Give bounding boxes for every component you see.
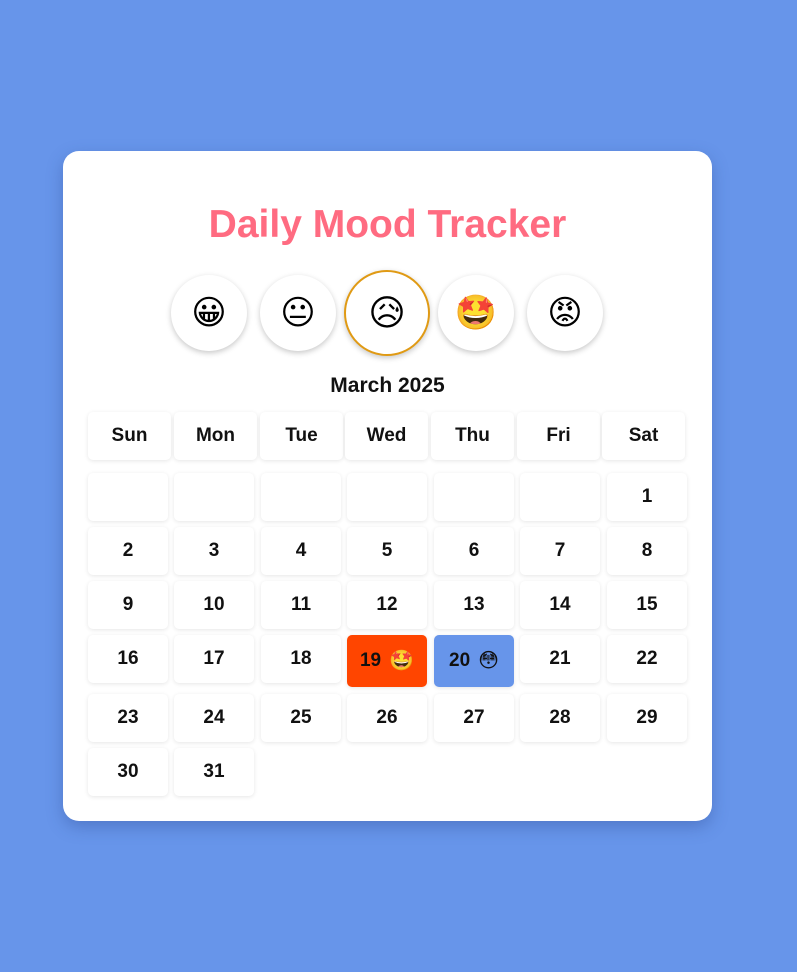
calendar-day-13[interactable]: 13 [434, 581, 514, 629]
day-number: 29 [636, 707, 658, 728]
day-number: 27 [463, 707, 485, 728]
month-title: March 2025 [330, 374, 445, 397]
day-number: 26 [376, 707, 398, 728]
sad-tear-face-icon: 😥 [368, 292, 406, 333]
calendar-day-24[interactable]: 24 [174, 694, 254, 742]
day-number: 22 [636, 648, 658, 669]
calendar-day-18[interactable]: 18 [261, 635, 341, 683]
weekday-sun: Sun [88, 412, 171, 460]
weekday-mon: Mon [174, 412, 257, 460]
mood-button-angry[interactable]: 😡 [527, 275, 603, 351]
calendar-day-22[interactable]: 22 [607, 635, 687, 683]
grinning-face-icon: 😀 [191, 294, 227, 332]
calendar-empty-cell [174, 473, 254, 521]
day-number: 15 [636, 594, 658, 615]
calendar-day-4[interactable]: 4 [261, 527, 341, 575]
calendar-day-25[interactable]: 25 [261, 694, 341, 742]
calendar-empty-cell [261, 473, 341, 521]
calendar-day-11[interactable]: 11 [261, 581, 341, 629]
calendar-day-23[interactable]: 23 [88, 694, 168, 742]
calendar-day-8[interactable]: 8 [607, 527, 687, 575]
calendar-day-1[interactable]: 1 [607, 473, 687, 521]
weekday-fri: Fri [517, 412, 600, 460]
day-number: 30 [117, 761, 139, 782]
calendar-day-3[interactable]: 3 [174, 527, 254, 575]
calendar-day-16[interactable]: 16 [88, 635, 168, 683]
day-number: 18 [290, 648, 312, 669]
mood-picker: 😀 😐 😥 🤩 😡 [63, 270, 712, 356]
calendar-day-14[interactable]: 14 [520, 581, 600, 629]
mood-button-star-struck[interactable]: 🤩 [438, 275, 514, 351]
day-number: 2 [122, 540, 134, 561]
day-number: 10 [203, 594, 225, 615]
calendar-day-21[interactable]: 21 [520, 635, 600, 683]
day-number: 9 [122, 594, 134, 615]
day-number: 17 [203, 648, 225, 669]
day-number: 8 [641, 540, 653, 561]
day-number: 19 [359, 650, 382, 671]
mood-button-sad[interactable]: 😥 [344, 270, 430, 356]
neutral-face-icon: 😐 [280, 294, 316, 332]
day-number: 23 [117, 707, 139, 728]
calendar-day-5[interactable]: 5 [347, 527, 427, 575]
star-struck-face-icon: 🤩 [389, 650, 415, 672]
calendar-day-12[interactable]: 12 [347, 581, 427, 629]
calendar-day-20[interactable]: 20 😳 [434, 635, 514, 687]
day-number: 6 [468, 540, 480, 561]
mood-button-grinning[interactable]: 😀 [171, 275, 247, 351]
day-number: 20 [449, 650, 471, 671]
star-struck-face-icon: 🤩 [454, 294, 498, 332]
calendar-empty-cell [434, 473, 514, 521]
day-number: 5 [381, 540, 393, 561]
calendar-day-31[interactable]: 31 [174, 748, 254, 796]
calendar-empty-cell [347, 473, 427, 521]
mood-tracker-card: Daily Mood Tracker 😀 😐 😥 🤩 😡 March 2025 … [63, 151, 712, 821]
calendar-day-9[interactable]: 9 [88, 581, 168, 629]
calendar-empty-cell [520, 473, 600, 521]
calendar-day-27[interactable]: 27 [434, 694, 514, 742]
day-number: 21 [549, 648, 571, 669]
weekday-wed: Wed [345, 412, 428, 460]
weekday-thu: Thu [431, 412, 514, 460]
calendar-day-29[interactable]: 29 [607, 694, 687, 742]
day-number: 28 [549, 707, 571, 728]
day-number: 31 [203, 761, 225, 782]
day-number: 3 [208, 540, 220, 561]
day-number: 1 [641, 486, 653, 507]
calendar-day-17[interactable]: 17 [174, 635, 254, 683]
weekday-sat: Sat [602, 412, 685, 460]
calendar-day-2[interactable]: 2 [88, 527, 168, 575]
day-number: 14 [549, 594, 571, 615]
flushed-face-icon: 😳 [478, 650, 499, 672]
calendar-empty-cell [88, 473, 168, 521]
calendar-day-26[interactable]: 26 [347, 694, 427, 742]
page-title: Daily Mood Tracker [208, 203, 567, 246]
day-number: 13 [463, 594, 485, 615]
day-number: 25 [290, 707, 312, 728]
weekday-header: Sun Mon Tue Wed Thu Fri Sat [88, 412, 688, 460]
calendar-day-30[interactable]: 30 [88, 748, 168, 796]
calendar-day-19[interactable]: 19 🤩 [347, 635, 427, 687]
day-number: 4 [295, 540, 307, 561]
calendar-day-15[interactable]: 15 [607, 581, 687, 629]
day-number: 24 [203, 707, 225, 728]
weekday-tue: Tue [260, 412, 343, 460]
mood-button-neutral[interactable]: 😐 [260, 275, 336, 351]
day-number: 7 [554, 540, 566, 561]
angry-face-icon: 😡 [547, 294, 583, 332]
calendar-day-6[interactable]: 6 [434, 527, 514, 575]
calendar-day-10[interactable]: 10 [174, 581, 254, 629]
day-number: 12 [376, 594, 398, 615]
day-number: 11 [290, 594, 312, 615]
calendar-day-28[interactable]: 28 [520, 694, 600, 742]
calendar-day-7[interactable]: 7 [520, 527, 600, 575]
day-number: 16 [117, 648, 139, 669]
